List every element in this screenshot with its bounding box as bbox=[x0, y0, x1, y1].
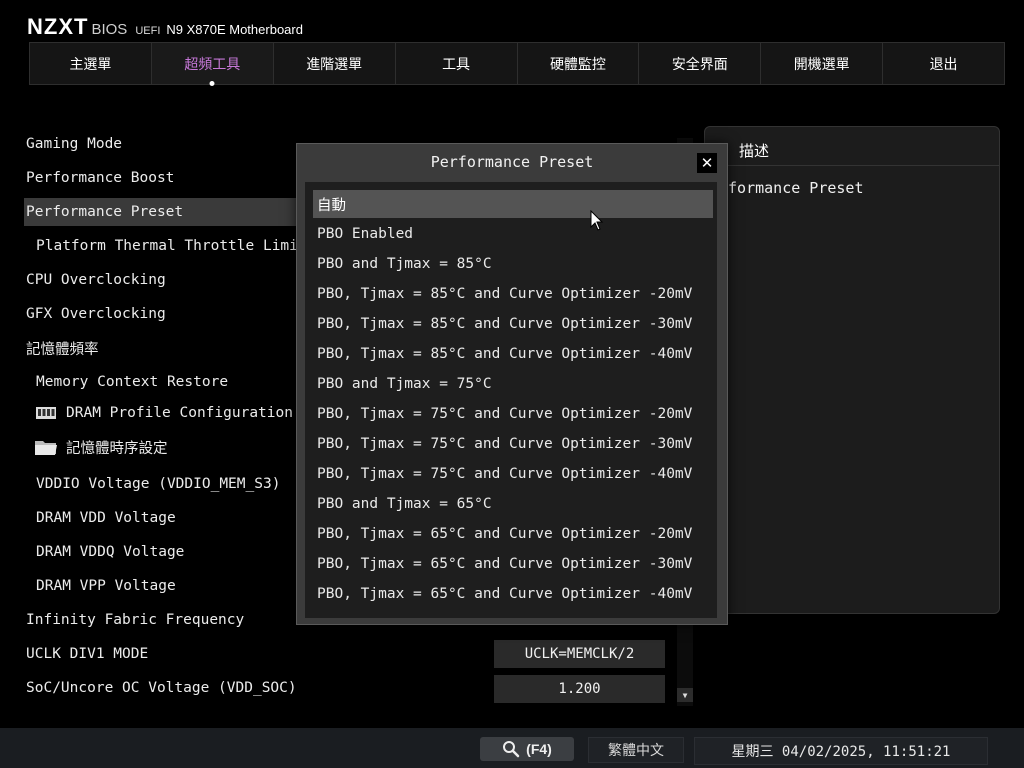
setting-row[interactable]: DRAM VDDQ Voltage bbox=[24, 538, 296, 566]
folder-icon bbox=[34, 438, 58, 456]
setting-label: Gaming Mode bbox=[26, 136, 123, 152]
preset-option[interactable]: PBO, Tjmax = 85°C and Curve Optimizer -2… bbox=[313, 280, 713, 308]
setting-label: Memory Context Restore bbox=[36, 374, 229, 390]
setting-row[interactable]: CPU Overclocking bbox=[24, 266, 296, 294]
preset-option[interactable]: PBO, Tjmax = 65°C and Curve Optimizer -2… bbox=[313, 520, 713, 548]
nav-tab-label: 工具 bbox=[442, 56, 471, 73]
preset-option[interactable]: PBO, Tjmax = 65°C and Curve Optimizer -3… bbox=[313, 550, 713, 578]
nav-tab-label: 進階選單 bbox=[306, 56, 363, 73]
description-panel: 描述 rformance Preset bbox=[704, 126, 1000, 614]
preset-option[interactable]: PBO and Tjmax = 85°C bbox=[313, 250, 713, 278]
active-tab-indicator bbox=[209, 81, 215, 86]
description-divider bbox=[705, 165, 999, 166]
setting-label: Performance Preset bbox=[26, 204, 184, 220]
close-icon[interactable]: ✕ bbox=[697, 153, 717, 173]
setting-label: UCLK DIV1 MODE bbox=[26, 646, 149, 662]
main-nav: 主選單 超頻工具 進階選單 工具 硬體監控 安全界面 開機選單 退出 bbox=[29, 42, 1005, 86]
nav-tab[interactable]: 硬體監控 bbox=[517, 43, 640, 84]
setting-row[interactable]: DRAM Profile Configuration bbox=[24, 399, 296, 427]
search-icon bbox=[503, 741, 520, 758]
memory-module-icon bbox=[34, 404, 58, 422]
description-text: rformance Preset bbox=[719, 179, 864, 197]
nav-tab[interactable]: 工具 bbox=[395, 43, 518, 84]
nav-tab-label: 安全界面 bbox=[671, 56, 728, 73]
brand-bios: BIOS bbox=[91, 21, 128, 38]
setting-row[interactable]: 記憶體時序設定 bbox=[24, 433, 296, 461]
brand-model: N9 X870E Motherboard bbox=[166, 22, 303, 37]
setting-label: Performance Boost bbox=[26, 170, 175, 186]
soc-voltage-value[interactable]: 1.200 bbox=[494, 675, 665, 703]
setting-row[interactable]: UCLK DIV1 MODE bbox=[24, 640, 296, 668]
setting-label: 記憶體頻率 bbox=[26, 341, 99, 358]
nav-tab-label: 硬體監控 bbox=[549, 56, 606, 73]
preset-option[interactable]: PBO, Tjmax = 75°C and Curve Optimizer -4… bbox=[313, 460, 713, 488]
setting-row[interactable]: Performance Preset bbox=[24, 198, 296, 226]
preset-option[interactable]: PBO, Tjmax = 75°C and Curve Optimizer -3… bbox=[313, 430, 713, 458]
setting-row[interactable]: Gaming Mode bbox=[24, 130, 296, 158]
preset-option[interactable]: PBO, Tjmax = 85°C and Curve Optimizer -3… bbox=[313, 310, 713, 338]
setting-row[interactable]: 記憶體頻率 bbox=[24, 334, 296, 362]
performance-preset-dialog: Performance Preset ✕ 自動 PBO Enabled PBO an… bbox=[296, 143, 728, 625]
brand-uefi: UEFI bbox=[135, 25, 161, 37]
setting-row[interactable]: Performance Boost bbox=[24, 164, 296, 192]
nav-tab-label: 超頻工具 bbox=[184, 56, 241, 73]
mouse-pointer-icon bbox=[590, 210, 604, 231]
nav-tab[interactable]: 開機選單 bbox=[761, 43, 884, 84]
setting-label: Platform Thermal Throttle Limit(° bbox=[36, 238, 296, 254]
setting-label: Infinity Fabric Frequency bbox=[26, 612, 245, 628]
preset-option[interactable]: PBO, Tjmax = 85°C and Curve Optimizer -4… bbox=[313, 340, 713, 368]
preset-option[interactable]: PBO and Tjmax = 65°C bbox=[313, 490, 713, 518]
setting-row[interactable]: DRAM VDD Voltage bbox=[24, 504, 296, 532]
brand-logo: NZXT bbox=[27, 14, 89, 39]
setting-row[interactable]: GFX Overclocking bbox=[24, 300, 296, 328]
nav-tab-label: 退出 bbox=[929, 56, 958, 73]
dialog-title: Performance Preset bbox=[430, 153, 594, 171]
preset-option[interactable]: PBO and Tjmax = 75°C bbox=[313, 370, 713, 398]
nav-tab-label: 開機選單 bbox=[793, 56, 850, 73]
setting-label: DRAM Profile Configuration bbox=[66, 405, 293, 421]
nav-tab-label: 主選單 bbox=[69, 56, 112, 73]
preset-option-list: 自動 PBO Enabled PBO and Tjmax = 85°C PBO, Tj… bbox=[305, 182, 717, 618]
setting-row[interactable]: Memory Context Restore bbox=[24, 368, 296, 396]
description-title: 描述 bbox=[739, 142, 770, 160]
setting-label: GFX Overclocking bbox=[26, 306, 166, 322]
header: NZXT BIOS UEFI N9 X870E Motherboard 主選單 超… bbox=[0, 0, 1024, 90]
nav-tab[interactable]: 進階選單 bbox=[273, 43, 396, 84]
nav-tab[interactable]: 安全界面 bbox=[639, 43, 762, 84]
setting-row[interactable]: VDDIO Voltage (VDDIO_MEM_S3) bbox=[24, 470, 296, 498]
preset-option[interactable]: PBO Enabled bbox=[313, 220, 713, 248]
scroll-down-icon[interactable]: ▼ bbox=[677, 688, 693, 702]
brand: NZXT BIOS UEFI N9 X870E Motherboard bbox=[27, 14, 303, 39]
setting-row[interactable]: Platform Thermal Throttle Limit(° bbox=[24, 232, 296, 260]
setting-label: DRAM VDDQ Voltage bbox=[36, 544, 185, 560]
nav-tab[interactable]: 超頻工具 bbox=[151, 43, 274, 86]
setting-label: CPU Overclocking bbox=[26, 272, 166, 288]
uclk-div1-mode-value[interactable]: UCLK=MEMCLK/2 bbox=[494, 640, 665, 668]
nav-tab[interactable]: 主選單 bbox=[30, 43, 152, 84]
setting-row[interactable]: Infinity Fabric Frequency bbox=[24, 606, 296, 634]
search-button[interactable]: (F4) bbox=[480, 737, 574, 761]
preset-option[interactable]: PBO, Tjmax = 75°C and Curve Optimizer -2… bbox=[313, 400, 713, 428]
preset-option[interactable]: 自動 bbox=[313, 190, 713, 218]
setting-row[interactable]: SoC/Uncore OC Voltage (VDD_SOC) bbox=[24, 674, 296, 702]
setting-label: 記憶體時序設定 bbox=[66, 440, 168, 457]
setting-label: DRAM VPP Voltage bbox=[36, 578, 176, 594]
setting-label: VDDIO Voltage (VDDIO_MEM_S3) bbox=[36, 476, 281, 492]
search-shortcut-label: (F4) bbox=[526, 741, 552, 757]
nav-tab[interactable]: 退出 bbox=[883, 43, 1004, 84]
bottom-bar: (F4) 繁體中文 星期三 04/02/2025, 11:51:21 bbox=[0, 728, 1024, 768]
preset-option[interactable]: PBO, Tjmax = 65°C and Curve Optimizer -4… bbox=[313, 580, 713, 608]
language-selector[interactable]: 繁體中文 bbox=[588, 737, 684, 763]
setting-label: SoC/Uncore OC Voltage (VDD_SOC) bbox=[26, 680, 296, 696]
date-time-display: 星期三 04/02/2025, 11:51:21 bbox=[694, 737, 988, 765]
setting-label: DRAM VDD Voltage bbox=[36, 510, 176, 526]
setting-row[interactable]: DRAM VPP Voltage bbox=[24, 572, 296, 600]
